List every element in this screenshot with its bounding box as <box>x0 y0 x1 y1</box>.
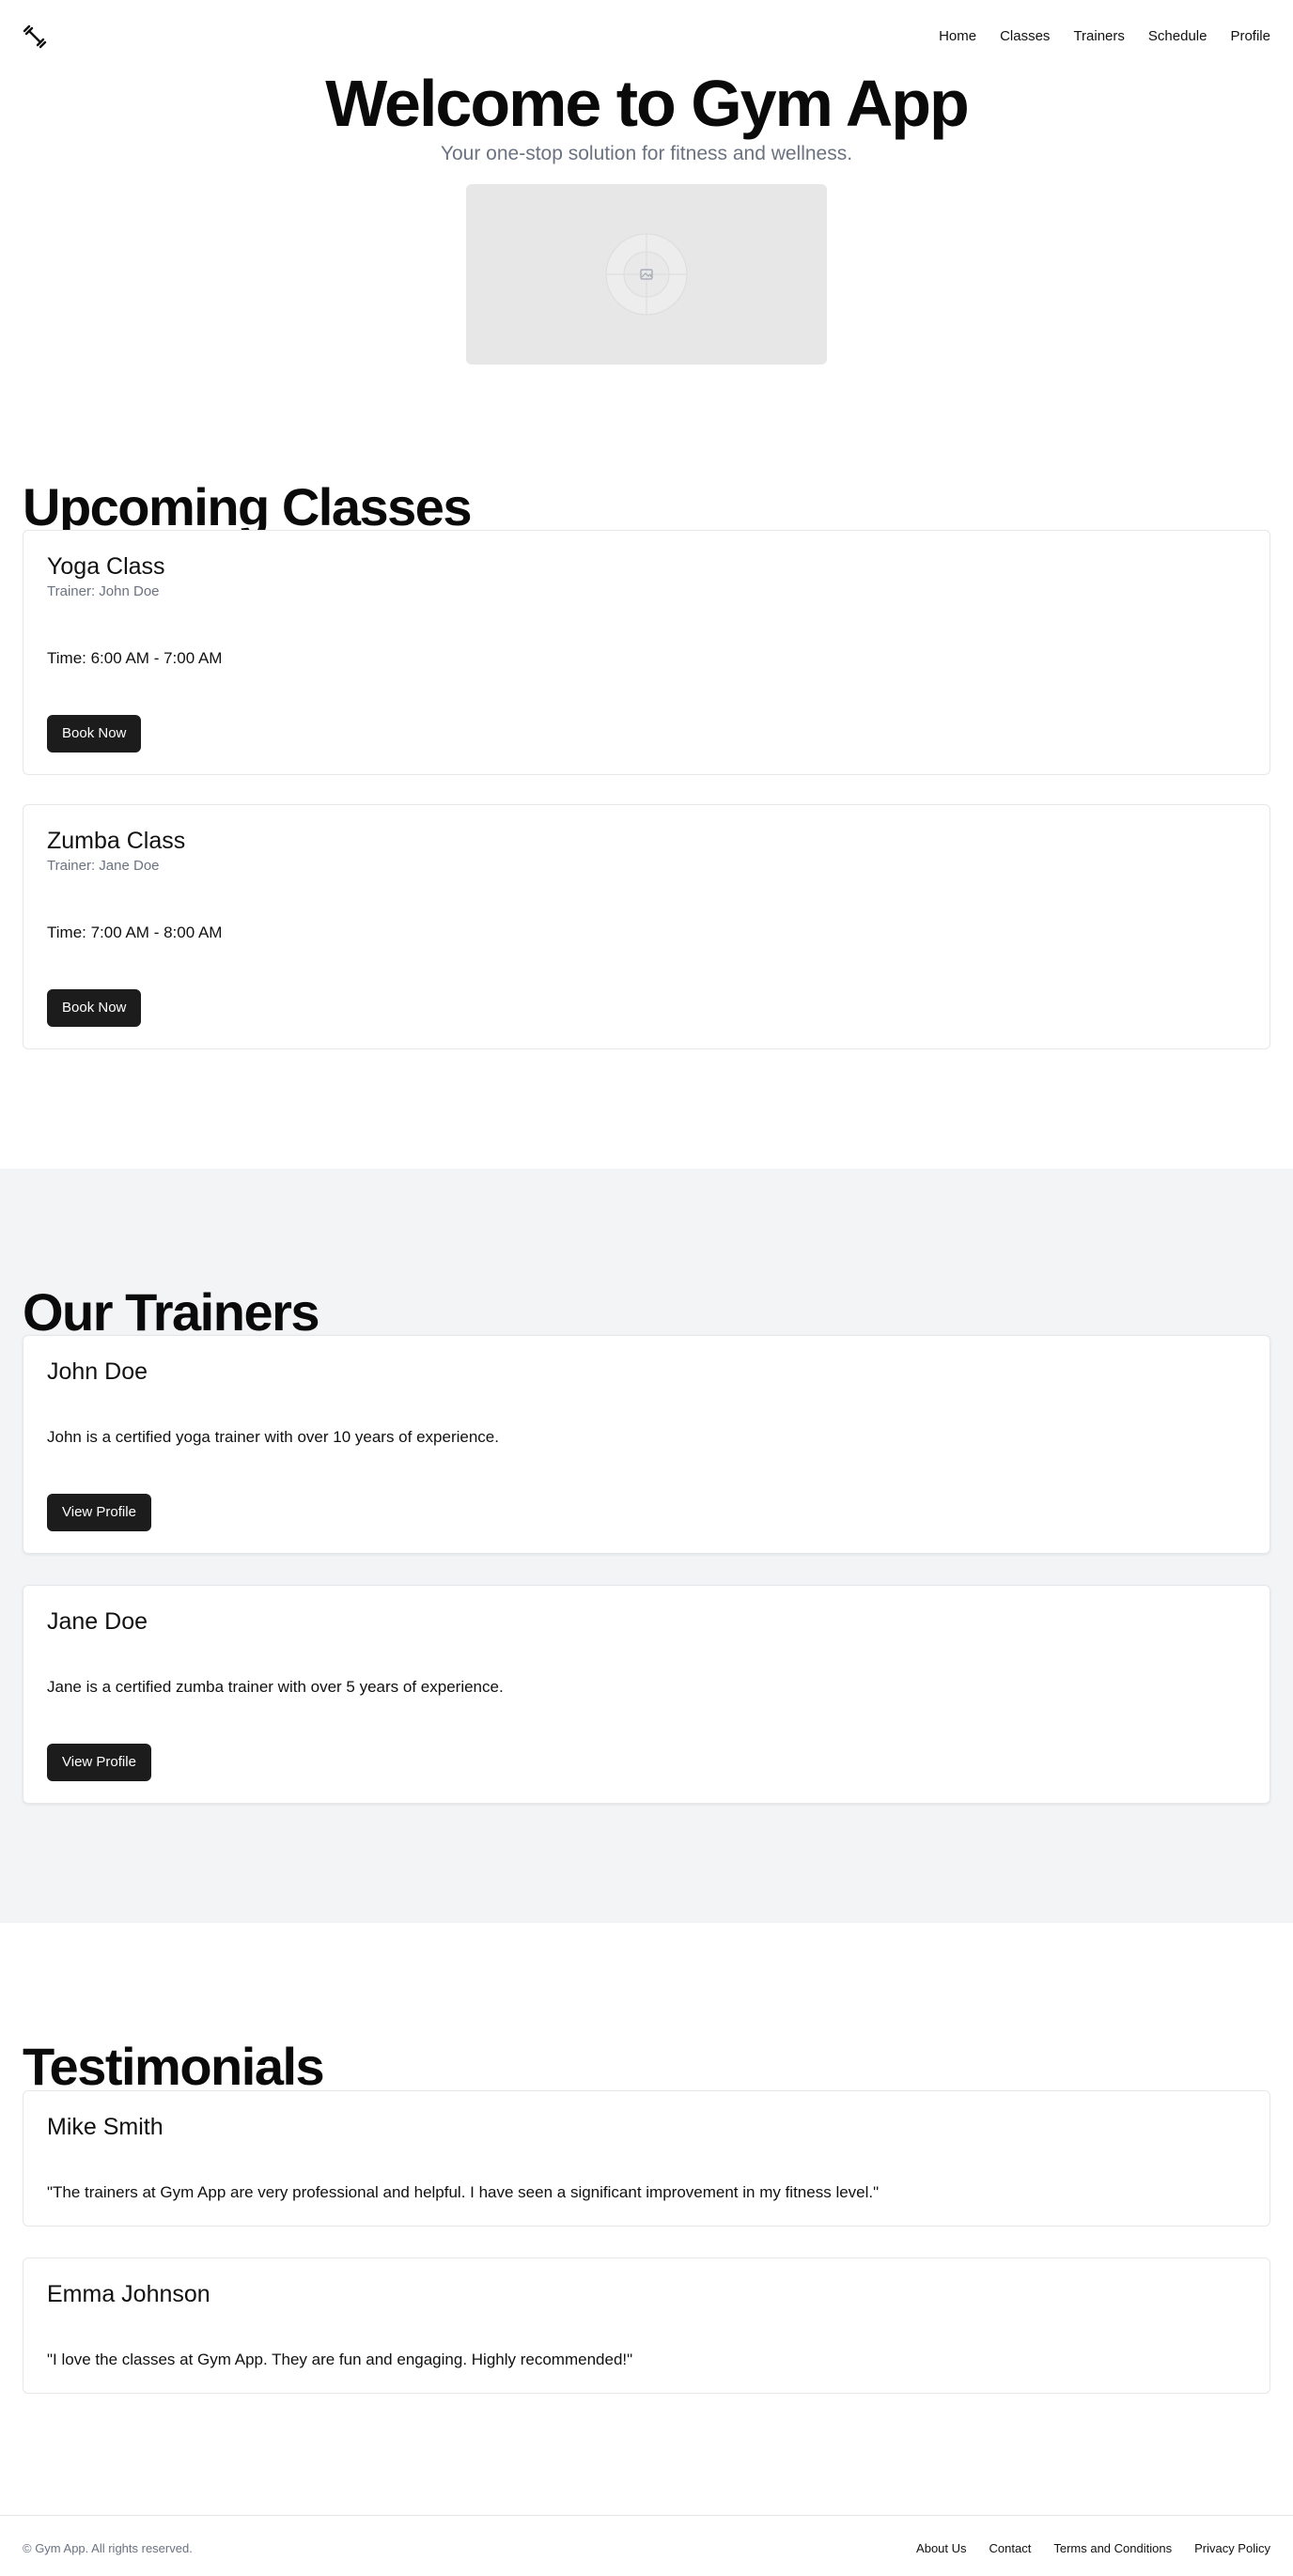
site-footer: © Gym App. All rights reserved. About Us… <box>0 2515 1293 2576</box>
image-placeholder-icon <box>605 233 688 316</box>
site-header: Home Classes Trainers Schedule Profile <box>0 0 1293 73</box>
footer-link-about[interactable]: About Us <box>916 2541 966 2556</box>
nav-schedule[interactable]: Schedule <box>1148 28 1207 45</box>
testimonial-quote: "The trainers at Gym App are very profes… <box>47 2183 880 2201</box>
hero-subtitle: Your one-stop solution for fitness and w… <box>440 143 853 164</box>
main-nav: Home Classes Trainers Schedule Profile <box>939 28 1270 45</box>
class-card: Yoga Class Trainer: John Doe Time: 6:00 … <box>23 530 1270 775</box>
testimonial-author: Emma Johnson <box>47 2281 210 2307</box>
trainer-name: Jane Doe <box>47 1608 148 1635</box>
hero-title: Welcome to Gym App <box>325 67 970 140</box>
trainer-name: John Doe <box>47 1358 148 1385</box>
hero-image <box>466 184 827 365</box>
view-profile-button[interactable]: View Profile <box>47 1494 151 1531</box>
testimonials-heading: Testimonials <box>23 2037 325 2096</box>
nav-profile[interactable]: Profile <box>1230 28 1270 45</box>
testimonial-card: Emma Johnson "I love the classes at Gym … <box>23 2258 1270 2394</box>
class-name: Zumba Class <box>47 828 186 854</box>
footer-links: About Us Contact Terms and Conditions Pr… <box>916 2541 1270 2556</box>
testimonial-quote: "I love the classes at Gym App. They are… <box>47 2351 633 2368</box>
class-trainer: Trainer: Jane Doe <box>47 858 160 874</box>
testimonial-author: Mike Smith <box>47 2114 164 2140</box>
nav-trainers[interactable]: Trainers <box>1073 28 1124 45</box>
trainers-heading: Our Trainers <box>23 1282 320 1342</box>
class-card: Zumba Class Trainer: Jane Doe Time: 7:00… <box>23 804 1270 1049</box>
testimonial-card: Mike Smith "The trainers at Gym App are … <box>23 2090 1270 2227</box>
nav-home[interactable]: Home <box>939 28 976 45</box>
class-time: Time: 7:00 AM - 8:00 AM <box>47 923 223 941</box>
class-name: Yoga Class <box>47 553 165 580</box>
copyright-text: © Gym App. All rights reserved. <box>23 2541 193 2555</box>
footer-link-terms[interactable]: Terms and Conditions <box>1053 2541 1172 2556</box>
trainer-card: John Doe John is a certified yoga traine… <box>23 1335 1270 1554</box>
footer-link-contact[interactable]: Contact <box>989 2541 1032 2556</box>
class-time: Time: 6:00 AM - 7:00 AM <box>47 649 223 667</box>
classes-heading: Upcoming Classes <box>23 477 473 536</box>
class-trainer: Trainer: John Doe <box>47 583 160 599</box>
book-now-button[interactable]: Book Now <box>47 989 142 1027</box>
trainer-bio: Jane is a certified zumba trainer with o… <box>47 1678 504 1696</box>
trainer-bio: John is a certified yoga trainer with ov… <box>47 1428 499 1446</box>
trainer-card: Jane Doe Jane is a certified zumba train… <box>23 1585 1270 1804</box>
book-now-button[interactable]: Book Now <box>47 715 142 753</box>
footer-link-privacy[interactable]: Privacy Policy <box>1194 2541 1270 2556</box>
nav-classes[interactable]: Classes <box>1000 28 1050 45</box>
dumbbell-icon[interactable] <box>23 24 47 49</box>
view-profile-button[interactable]: View Profile <box>47 1744 151 1781</box>
